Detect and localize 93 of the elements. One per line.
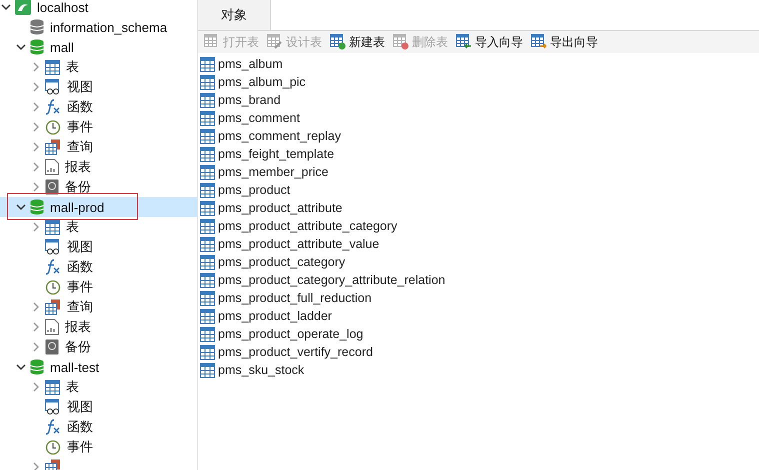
function-icon bbox=[45, 419, 61, 435]
tree-item-label[interactable]: 报表 bbox=[65, 318, 91, 336]
table-icon bbox=[200, 164, 215, 180]
view-icon bbox=[45, 239, 61, 255]
database-icon bbox=[30, 19, 44, 35]
table-name[interactable]: pms_product_attribute bbox=[218, 201, 342, 215]
tree-item-label[interactable]: 备份 bbox=[65, 338, 91, 356]
table-icon bbox=[45, 60, 60, 74]
delete-table-icon bbox=[393, 34, 409, 50]
table-icon bbox=[200, 254, 215, 270]
table-name[interactable]: pms_product bbox=[218, 183, 290, 197]
tree-item-label[interactable]: 视图 bbox=[67, 398, 93, 416]
toolbar-button[interactable]: 导入向导 bbox=[456, 34, 523, 50]
view-icon bbox=[45, 79, 61, 95]
table-name[interactable]: pms_member_price bbox=[218, 165, 328, 179]
table-icon bbox=[200, 56, 215, 72]
tree-item-label[interactable]: mall-prod bbox=[50, 200, 104, 214]
function-icon bbox=[45, 259, 61, 275]
tree-item-label[interactable]: 事件 bbox=[67, 438, 93, 456]
backup-icon bbox=[45, 179, 59, 195]
table-icon bbox=[200, 272, 215, 288]
tree-item-label[interactable]: 备份 bbox=[65, 178, 91, 196]
table-icon bbox=[200, 200, 215, 216]
new-table-icon bbox=[330, 34, 346, 50]
table-icon bbox=[200, 344, 215, 360]
table-name[interactable]: pms_product_attribute_value bbox=[218, 237, 380, 251]
table-icon bbox=[45, 380, 60, 394]
design-table-icon bbox=[267, 34, 283, 50]
table-icon bbox=[200, 110, 215, 126]
table-icon bbox=[200, 218, 215, 234]
query-icon bbox=[45, 299, 61, 315]
table-icon bbox=[200, 92, 215, 108]
view-icon bbox=[45, 399, 61, 415]
table-icon bbox=[45, 220, 60, 234]
table-icon bbox=[200, 326, 215, 342]
table-icon bbox=[200, 308, 215, 324]
table-name[interactable]: pms_product_category_attribute_relation bbox=[218, 273, 446, 287]
tree-item-label[interactable]: 查询 bbox=[67, 138, 93, 156]
toolbar-button[interactable]: 新建表 bbox=[330, 34, 385, 50]
table-name[interactable]: pms_product_attribute_category bbox=[218, 219, 398, 233]
table-icon bbox=[200, 128, 215, 144]
table-icon bbox=[200, 236, 215, 252]
table-icon bbox=[200, 290, 215, 306]
tree-item-label[interactable]: 事件 bbox=[67, 118, 93, 136]
table-name[interactable]: pms_album bbox=[218, 57, 283, 71]
tree-item-label[interactable]: 表 bbox=[66, 218, 79, 236]
table-name[interactable]: pms_product_vertify_record bbox=[218, 345, 373, 359]
clock-icon bbox=[45, 279, 61, 295]
backup-icon bbox=[45, 339, 59, 355]
database-icon bbox=[30, 199, 44, 215]
report-icon bbox=[45, 319, 59, 335]
tree-item-label[interactable]: mall bbox=[50, 40, 74, 54]
table-name[interactable]: pms_comment_replay bbox=[218, 129, 341, 143]
table-name[interactable]: pms_product_category bbox=[218, 255, 346, 269]
table-name[interactable]: pms_product_ladder bbox=[218, 309, 332, 323]
table-icon bbox=[200, 182, 215, 198]
selected-tree-row[interactable]: mall-prod bbox=[0, 197, 197, 217]
table-name[interactable]: pms_sku_stock bbox=[218, 363, 304, 377]
tree-item-label[interactable]: 表 bbox=[66, 378, 79, 396]
tree-item-label[interactable]: 报表 bbox=[65, 158, 91, 176]
tree-item-label[interactable]: 视图 bbox=[67, 78, 93, 96]
tab[interactable]: 对象 bbox=[198, 0, 271, 30]
tree-item-label[interactable]: 表 bbox=[66, 58, 79, 76]
clock-icon bbox=[45, 119, 61, 135]
tree-item-label[interactable]: 视图 bbox=[67, 238, 93, 256]
open-table-icon bbox=[204, 34, 220, 50]
table-name[interactable]: pms_product_operate_log bbox=[218, 327, 364, 341]
toolbar-button[interactable]: 导出向导 bbox=[531, 34, 598, 50]
table-icon bbox=[200, 74, 215, 90]
tree-item-label[interactable]: 事件 bbox=[67, 278, 93, 296]
query-icon bbox=[45, 139, 61, 155]
dolphin-icon bbox=[15, 0, 31, 15]
table-icon bbox=[200, 362, 215, 378]
database-icon bbox=[30, 39, 44, 55]
table-name[interactable]: pms_feight_template bbox=[218, 147, 334, 161]
database-icon bbox=[30, 359, 44, 375]
tree-item-label[interactable]: 函数 bbox=[67, 258, 93, 276]
tree-item-label[interactable]: localhost bbox=[37, 0, 88, 14]
tree-item-label[interactable]: information_schema bbox=[50, 20, 168, 34]
table-icon bbox=[200, 146, 215, 162]
function-icon bbox=[45, 99, 61, 115]
table-name[interactable]: pms_album_pic bbox=[218, 75, 306, 89]
clock-icon bbox=[45, 439, 61, 455]
tree-item-label[interactable]: 查询 bbox=[67, 298, 93, 316]
export-icon bbox=[531, 34, 547, 50]
tree-item-label[interactable]: 函数 bbox=[67, 418, 93, 436]
table-name[interactable]: pms_product_full_reduction bbox=[218, 291, 372, 305]
tree-item-label[interactable]: 函数 bbox=[67, 98, 93, 116]
import-icon bbox=[456, 34, 472, 50]
table-name[interactable]: pms_brand bbox=[218, 93, 281, 107]
tree-item-label[interactable]: mall-test bbox=[50, 360, 100, 374]
report-icon bbox=[45, 159, 59, 175]
table-name[interactable]: pms_comment bbox=[218, 111, 300, 125]
